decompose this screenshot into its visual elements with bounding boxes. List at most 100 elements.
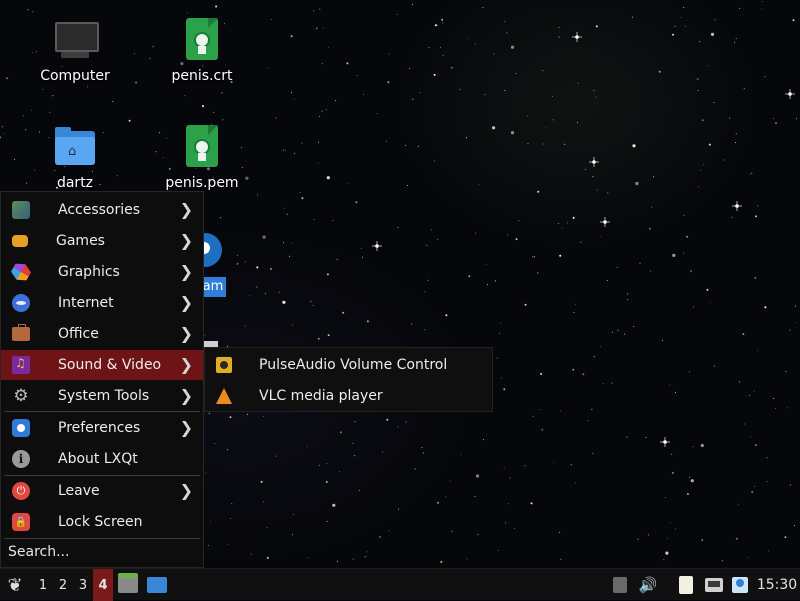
star — [317, 162, 319, 164]
star — [680, 16, 682, 18]
lxqt-start-icon[interactable]: ❦ — [4, 569, 26, 601]
update-notifier-icon[interactable] — [731, 569, 749, 601]
star — [735, 37, 737, 39]
file-manager-icon[interactable] — [117, 569, 139, 601]
star — [346, 62, 349, 65]
star — [754, 485, 755, 487]
star — [616, 266, 618, 268]
menu-item-system-tools[interactable]: ⚙ System Tools ❯ — [1, 381, 203, 411]
star — [248, 295, 250, 297]
internet-icon — [12, 294, 30, 312]
bright-star — [785, 89, 795, 99]
star — [202, 105, 204, 108]
star — [701, 119, 704, 122]
star — [412, 98, 414, 100]
menu-item-leave[interactable]: ⏻ Leave ❯ — [1, 476, 203, 506]
star — [299, 192, 301, 194]
star — [505, 522, 507, 524]
submenu-item-pulseaudio[interactable]: PulseAudio Volume Control — [205, 349, 492, 380]
clock[interactable]: 15:30 — [756, 569, 798, 601]
star — [405, 421, 407, 423]
workspace-4-button[interactable]: 4 — [93, 569, 113, 601]
workspace-1-button[interactable]: 1 — [34, 569, 52, 601]
star — [263, 416, 265, 417]
star — [761, 1, 763, 3]
menu-item-office[interactable]: Office ❯ — [1, 319, 203, 349]
menu-item-about-lxqt[interactable]: i About LXQt — [1, 444, 203, 474]
home-folder-icon: ⌂ — [53, 125, 97, 169]
chevron-right-icon: ❯ — [179, 200, 193, 219]
star — [637, 538, 639, 540]
chevron-right-icon: ❯ — [179, 262, 193, 281]
star — [278, 291, 280, 293]
star — [283, 207, 285, 209]
star — [313, 219, 315, 220]
star — [459, 88, 461, 90]
star — [754, 444, 757, 447]
desktop-icon-dartz[interactable]: ⌂ dartz — [20, 125, 130, 191]
star — [698, 186, 700, 188]
star — [723, 159, 725, 161]
menu-item-sound-video[interactable]: Sound & Video ❯ — [1, 350, 203, 380]
star — [236, 254, 238, 256]
desktop-icon-penis-crt[interactable]: penis.crt — [147, 18, 257, 84]
star — [424, 291, 426, 293]
menu-search-input[interactable]: Search... — [1, 538, 203, 566]
star — [551, 95, 553, 97]
workspace-3-button[interactable]: 3 — [74, 569, 92, 601]
desktop-icon-penis-pem[interactable]: penis.pem — [147, 125, 257, 191]
star — [734, 42, 735, 44]
star — [739, 7, 741, 9]
star — [336, 560, 338, 562]
menu-item-games[interactable]: Games ❯ — [1, 226, 203, 256]
menu-item-lock-screen[interactable]: 🔒 Lock Screen — [1, 507, 203, 537]
show-desktop-icon[interactable] — [146, 569, 168, 601]
star — [327, 46, 329, 48]
star — [666, 537, 668, 539]
star — [292, 514, 294, 516]
star — [244, 261, 246, 263]
star — [405, 145, 406, 147]
star — [128, 119, 131, 122]
volume-icon[interactable]: 🔊 — [638, 569, 658, 601]
star — [789, 329, 791, 331]
star — [474, 232, 476, 234]
star — [671, 471, 674, 474]
star — [602, 382, 604, 384]
star — [424, 329, 426, 331]
star — [342, 311, 345, 314]
menu-item-internet[interactable]: Internet ❯ — [1, 288, 203, 318]
clipboard-icon[interactable] — [678, 569, 694, 601]
star — [354, 421, 356, 423]
star — [1, 126, 3, 128]
star — [504, 21, 506, 23]
submenu-item-label: PulseAudio Volume Control — [259, 356, 448, 373]
star — [364, 556, 366, 558]
workspace-2-button[interactable]: 2 — [54, 569, 72, 601]
submenu-item-vlc[interactable]: VLC media player — [205, 380, 492, 411]
star — [291, 534, 293, 536]
bright-star — [732, 201, 742, 211]
star — [595, 96, 597, 98]
star — [326, 462, 328, 464]
menu-item-preferences[interactable]: Preferences ❯ — [1, 413, 203, 443]
star — [230, 518, 231, 520]
star — [231, 503, 233, 504]
menu-item-graphics[interactable]: Graphics ❯ — [1, 257, 203, 287]
star — [515, 73, 517, 74]
star — [560, 558, 562, 560]
star — [761, 7, 763, 9]
menu-item-accessories[interactable]: Accessories ❯ — [1, 195, 203, 225]
star — [557, 223, 559, 224]
star — [339, 471, 340, 472]
desktop-icon-computer[interactable]: Computer — [20, 18, 130, 84]
star — [593, 89, 595, 91]
star — [325, 109, 327, 111]
star — [665, 551, 669, 555]
eject-icon[interactable] — [612, 569, 628, 601]
star — [532, 256, 534, 258]
network-icon[interactable] — [704, 569, 724, 601]
desktop-icon-label: Computer — [40, 68, 110, 84]
star — [692, 446, 694, 448]
star — [352, 442, 354, 444]
